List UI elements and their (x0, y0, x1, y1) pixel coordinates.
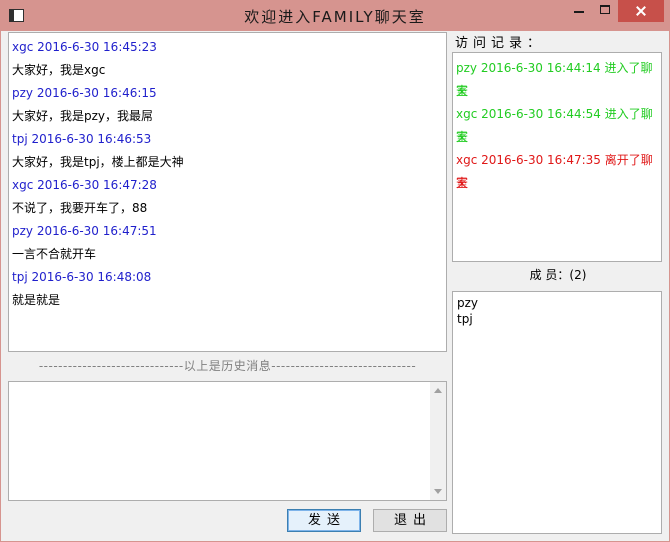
message-input[interactable] (8, 381, 447, 501)
input-scrollbar[interactable] (430, 382, 446, 500)
message-header: tpj 2016-6-30 16:46:53 (12, 132, 152, 146)
message-text: 大家好，我是tpj，楼上都是大神 (12, 155, 184, 169)
history-separator: ------------------------------以上是历史消息---… (38, 359, 417, 373)
visit-entry-line: 室 (456, 84, 469, 98)
message-header: pzy 2016-6-30 16:46:15 (12, 86, 157, 100)
title-bar: 欢迎进入FAMILY聊天室 (0, 0, 670, 31)
visit-entry-line: 室 (456, 176, 469, 190)
member-item[interactable]: tpj (457, 311, 657, 327)
visit-entry-line: xgc 2016-6-30 16:47:35 离开了聊天 (456, 153, 653, 190)
message-header: xgc 2016-6-30 16:45:23 (12, 40, 157, 54)
window-client-area: xgc 2016-6-30 16:45:23 大家好，我是xgc pzy 201… (1, 31, 669, 541)
quit-button[interactable]: 退出 (373, 509, 447, 532)
message-text: 大家好，我是pzy，我最屌 (12, 109, 154, 123)
message-text: 大家好，我是xgc (12, 63, 106, 77)
visit-entry-line: xgc 2016-6-30 16:44:54 进入了聊天 (456, 107, 653, 144)
visit-entry-line: pzy 2016-6-30 16:44:14 进入了聊天 (456, 61, 653, 98)
chat-history-panel[interactable]: xgc 2016-6-30 16:45:23 大家好，我是xgc pzy 201… (8, 32, 447, 352)
member-count-label: 成 员：(2) (529, 268, 587, 282)
message-text: 一言不合就开车 (12, 247, 97, 261)
member-list[interactable]: pzy tpj (452, 291, 662, 534)
message-text: 就是就是 (12, 293, 61, 307)
member-item[interactable]: pzy (457, 295, 657, 311)
message-header: xgc 2016-6-30 16:47:28 (12, 178, 157, 192)
close-icon[interactable] (618, 0, 664, 22)
visit-entry-line: 室 (456, 130, 469, 144)
scroll-up-icon[interactable] (434, 388, 442, 393)
message-header: tpj 2016-6-30 16:48:08 (12, 270, 152, 284)
message-text: 不说了，我要开车了，88 (12, 201, 148, 215)
minimize-icon[interactable] (564, 0, 594, 22)
maximize-icon[interactable] (591, 0, 621, 22)
scroll-down-icon[interactable] (434, 489, 442, 494)
message-header: pzy 2016-6-30 16:47:51 (12, 224, 157, 238)
visit-log-label: 访问记录： (455, 36, 546, 51)
visit-log-panel[interactable]: pzy 2016-6-30 16:44:14 进入了聊天 室 xgc 2016-… (452, 52, 662, 262)
send-button[interactable]: 发送 (287, 509, 361, 532)
